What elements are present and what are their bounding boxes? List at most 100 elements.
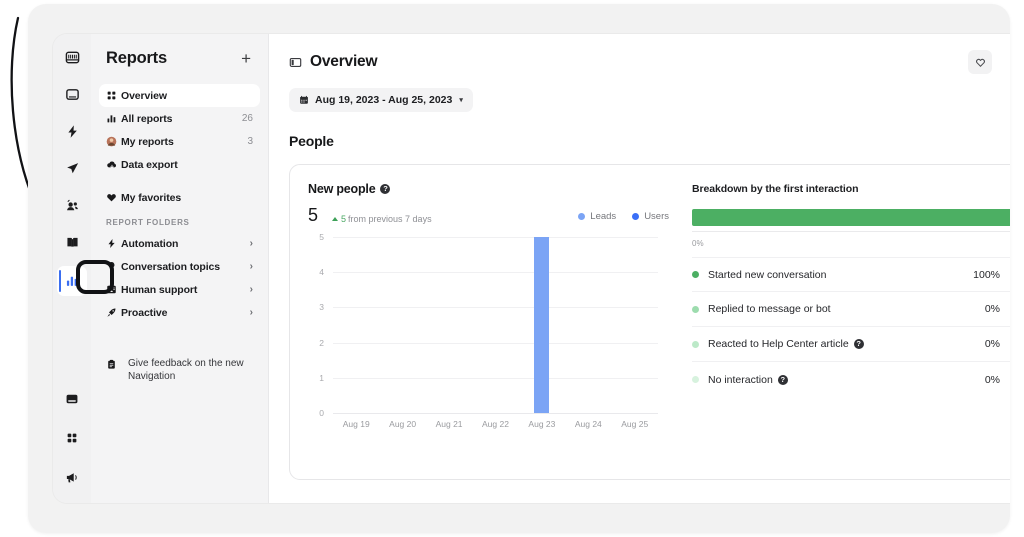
legend-item-users[interactable]: Users [632, 211, 669, 222]
breakdown-label-text: Replied to message or bot [708, 303, 831, 315]
breakdown-dot [692, 376, 699, 383]
automation-bolt-icon[interactable] [59, 118, 85, 144]
app-inner-surface: Reports + Overview All reports 26 My rep… [53, 34, 1010, 503]
breakdown-dot [692, 305, 699, 313]
breakdown-percent: 0% [984, 338, 1000, 350]
x-axis-tick: Aug 25 [621, 419, 649, 429]
add-report-button[interactable]: + [238, 48, 254, 69]
sidebar-item-reports[interactable] [57, 266, 87, 296]
x-axis-tick: Aug 22 [482, 419, 509, 429]
help-icon[interactable]: ? [380, 184, 391, 194]
breakdown-label: No interaction? [708, 374, 958, 386]
bar-slot[interactable] [519, 237, 565, 413]
legend-item-leads[interactable]: Leads [578, 211, 616, 222]
contacts-people-icon[interactable] [59, 192, 85, 218]
new-people-label: New people [308, 182, 376, 196]
y-axis-tick: 3 [319, 302, 324, 313]
new-people-title: New people ? [308, 182, 675, 196]
chart-legend: Leads Users [578, 211, 669, 222]
metric-row: 5 5 from previous 7 days Leads Users [308, 205, 675, 226]
y-axis-tick: 0 [319, 408, 324, 418]
sidebar-item-data-export[interactable]: Data export [99, 153, 260, 176]
heart-outline-icon [975, 58, 985, 67]
x-axis-tick: Aug 20 [389, 419, 417, 429]
chevron-right-icon: › [249, 307, 253, 318]
bar-slot[interactable] [426, 237, 472, 413]
sidebar-item-label: My favorites [121, 191, 182, 204]
news-megaphone-icon[interactable] [59, 464, 85, 490]
legend-dot [578, 213, 586, 220]
help-icon[interactable]: ? [777, 374, 788, 385]
card-chart-section: New people ? 5 5 from previous 7 days Le… [290, 165, 675, 479]
x-axis-tick: Aug 19 [342, 419, 370, 429]
breakdown-label-text: Reacted to Help Center article [708, 338, 849, 350]
breakdown-trend: … [1000, 270, 1010, 280]
apps-grid-icon[interactable] [59, 425, 85, 451]
legend-label: Users [644, 211, 669, 222]
breakdown-row[interactable]: Started new conversation 100%… [692, 257, 1010, 292]
gridline [333, 413, 658, 414]
give-feedback-link[interactable]: Give feedback on the new Navigation [99, 358, 260, 384]
bar-slot[interactable] [612, 237, 658, 413]
help-icon[interactable]: ? [853, 339, 864, 349]
sidebar-folder-human-support[interactable]: Human support › [99, 278, 260, 301]
chevron-right-icon: › [249, 238, 253, 249]
chevron-right-icon: › [249, 284, 253, 295]
outbound-send-icon[interactable] [59, 155, 85, 181]
conversations-icon[interactable] [59, 81, 85, 107]
breakdown-label: Started new conversation [708, 269, 958, 281]
support-agent-icon [106, 284, 121, 295]
primary-icon-rail [53, 34, 91, 503]
section-title: People [289, 133, 334, 149]
sidebar-item-label: Data export [121, 158, 178, 171]
report-folders-label: REPORT FOLDERS [106, 218, 190, 227]
stacked-bar-segment[interactable] [692, 209, 1010, 226]
breakdown-label: Replied to message or bot [708, 303, 958, 315]
breakdown-row[interactable]: Replied to message or bot 0%— [692, 292, 1010, 327]
rocket-icon [106, 307, 121, 318]
clipboard-icon [106, 359, 121, 370]
x-axis-tick: Aug 24 [574, 419, 602, 429]
breakdown-section: Breakdown by the first interaction 0% St… [675, 165, 1010, 479]
sidebar-item-overview[interactable]: Overview [99, 84, 260, 107]
bar-slot[interactable] [472, 237, 518, 413]
favorite-button[interactable] [968, 50, 992, 74]
metric-delta: 5 from previous 7 days [332, 214, 432, 224]
bar-slot[interactable] [379, 237, 425, 413]
sidebar-folder-conversation-topics[interactable]: Conversation topics › [99, 255, 260, 278]
sidebar-title: Reports [106, 49, 167, 67]
sidebar-folder-automation[interactable]: Automation › [99, 232, 260, 255]
sidebar-item-my-reports[interactable]: My reports 3 [99, 130, 260, 153]
legend-dot [632, 213, 640, 220]
sidebar-folder-label: Conversation topics [121, 260, 221, 273]
sidebar-item-my-favorites[interactable]: My favorites [99, 186, 260, 209]
page-title: Overview [310, 53, 378, 70]
sidebar-item-count: 3 [247, 136, 253, 147]
chart-bar[interactable] [534, 237, 550, 413]
breakdown-row[interactable]: No interaction? 0%— [692, 362, 1010, 397]
date-range-label: Aug 19, 2023 - Aug 25, 2023 [315, 94, 453, 106]
panel-toggle-icon[interactable] [289, 56, 302, 69]
delta-value: 5 [341, 214, 347, 224]
sidebar-item-all-reports[interactable]: All reports 26 [99, 107, 260, 130]
inbox-icon[interactable] [59, 44, 85, 70]
main-header: Overview [269, 34, 1010, 74]
calendar-icon [299, 95, 309, 105]
bar-slot[interactable] [565, 237, 611, 413]
sidebar-folder-proactive[interactable]: Proactive › [99, 301, 260, 324]
bar-slot[interactable] [333, 237, 379, 413]
date-range-picker[interactable]: Aug 19, 2023 - Aug 25, 2023 ▾ [289, 88, 473, 112]
breakdown-percent: 0% [984, 303, 1000, 315]
plot-area [333, 237, 658, 414]
messenger-icon[interactable] [59, 386, 85, 412]
breakdown-percent: 0% [984, 373, 1000, 386]
cloud-download-icon [106, 159, 121, 171]
main-content-panel: Overview Aug 19, 2023 - Aug 25, 2023 ▾ P… [269, 34, 1010, 503]
chevron-down-icon: ▾ [459, 97, 463, 104]
breakdown-row[interactable]: Reacted to Help Center article? 0%— [692, 327, 1010, 362]
reports-sidebar: Reports + Overview All reports 26 My rep… [91, 34, 269, 503]
chevron-right-icon: › [249, 261, 253, 272]
new-people-card: New people ? 5 5 from previous 7 days Le… [289, 164, 1010, 480]
knowledge-book-icon[interactable] [59, 229, 85, 255]
